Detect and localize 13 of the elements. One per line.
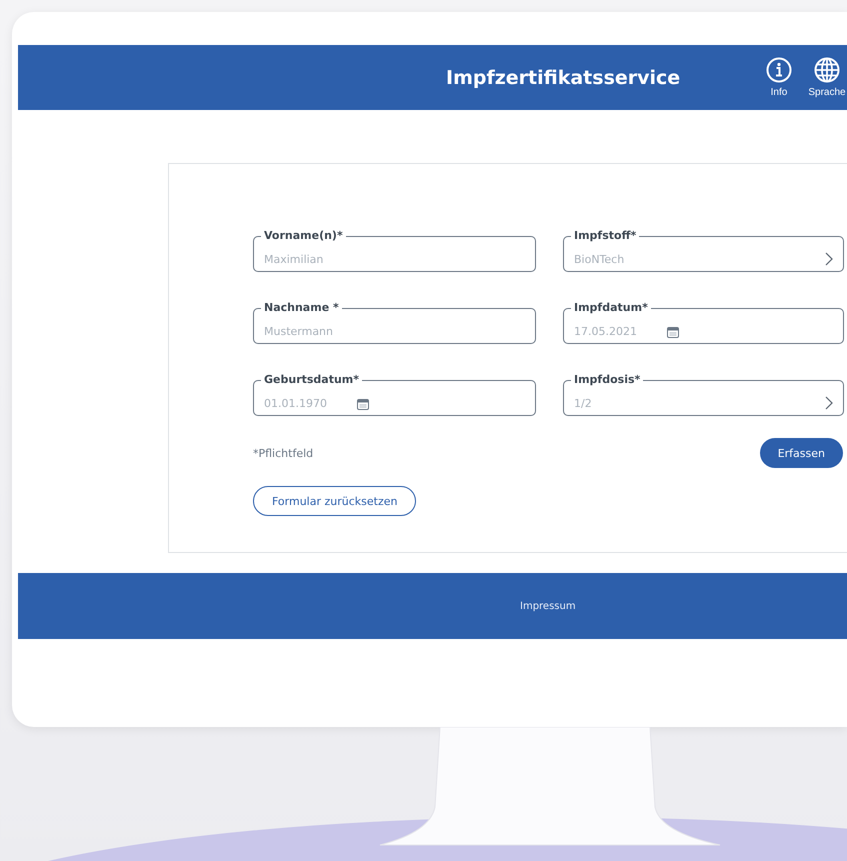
reset-button[interactable]: Formular zurücksetzen bbox=[253, 486, 416, 516]
header-action-button[interactable]: Sprache bbox=[807, 57, 847, 98]
chevron-right-icon bbox=[825, 252, 833, 266]
calendar-icon bbox=[357, 399, 369, 410]
site-title: Impfzertifikatsservice bbox=[446, 66, 680, 88]
calendar-icon bbox=[667, 327, 679, 338]
info-icon bbox=[766, 57, 792, 83]
chevron-right-icon bbox=[825, 396, 833, 410]
globe-icon bbox=[814, 57, 840, 83]
submit-button[interactable]: Erfassen bbox=[760, 438, 843, 468]
imprint-link[interactable]: Impressum bbox=[520, 600, 576, 612]
required-note: *Pflichtfeld bbox=[253, 446, 314, 460]
header-action-button[interactable]: Info bbox=[759, 57, 799, 98]
